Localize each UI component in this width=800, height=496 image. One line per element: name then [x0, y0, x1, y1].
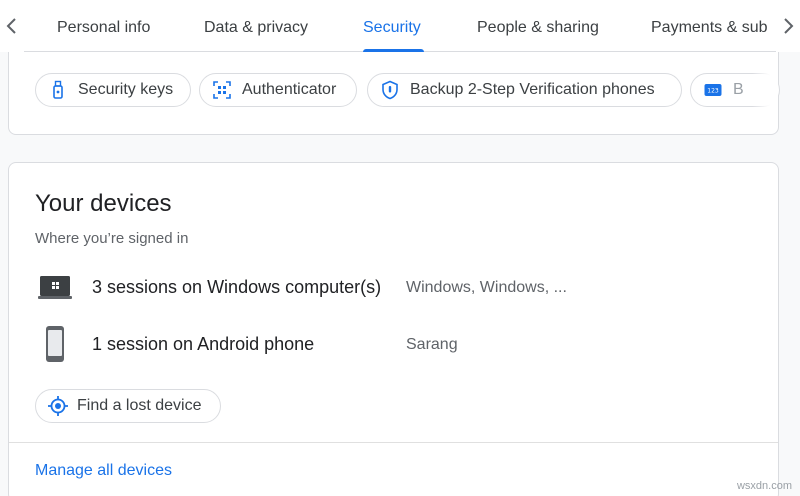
qr-scan-icon	[212, 80, 232, 100]
device-row-windows[interactable]: 3 sessions on Windows computer(s) Window…	[35, 265, 735, 309]
tab-personal-info[interactable]: Personal info	[57, 0, 150, 52]
chevron-left-icon	[6, 18, 16, 34]
chip-label: B	[733, 81, 744, 98]
locate-icon	[47, 395, 69, 417]
android-phone-icon	[35, 322, 75, 366]
chip-label: Backup 2-Step Verification phones	[410, 81, 655, 98]
devices-subtitle: Where you’re signed in	[35, 230, 189, 247]
device-detail: Sarang	[406, 336, 458, 353]
find-lost-device-button[interactable]: Find a lost device	[35, 389, 221, 423]
security-keys-chip[interactable]: Security keys	[35, 73, 191, 107]
device-name: 3 sessions on Windows computer(s)	[92, 277, 382, 297]
chip-label: Authenticator	[242, 81, 337, 98]
windows-laptop-icon	[35, 265, 75, 309]
find-lost-device-label: Find a lost device	[77, 397, 202, 414]
card-divider	[9, 442, 778, 443]
chip-row-fade	[752, 70, 778, 110]
device-row-android[interactable]: 1 session on Android phone Sarang	[35, 322, 735, 366]
security-key-icon	[48, 80, 68, 100]
tab-security[interactable]: Security	[363, 0, 424, 52]
scroll-tabs-right-button[interactable]	[776, 0, 800, 52]
chevron-right-icon	[784, 18, 794, 34]
device-detail: Windows, Windows, ...	[406, 279, 567, 296]
scroll-tabs-left-button[interactable]	[0, 0, 24, 52]
tabs: Personal info Data & privacy Security Pe…	[0, 0, 800, 52]
backup-phones-chip[interactable]: Backup 2-Step Verification phones	[367, 73, 682, 107]
devices-title: Your devices	[35, 190, 172, 217]
shield-icon	[380, 80, 400, 100]
authenticator-chip[interactable]: Authenticator	[199, 73, 357, 107]
tab-people-sharing[interactable]: People & sharing	[477, 0, 599, 52]
active-tab-indicator	[363, 49, 424, 52]
svg-text:123: 123	[707, 88, 719, 95]
manage-all-devices-link[interactable]: Manage all devices	[35, 462, 172, 480]
chip-label: Security keys	[78, 81, 174, 98]
device-name: 1 session on Android phone	[92, 334, 315, 354]
backup-codes-icon: 123	[703, 80, 723, 100]
tab-data-privacy[interactable]: Data & privacy	[204, 0, 308, 52]
top-tab-bar: Personal info Data & privacy Security Pe…	[0, 0, 800, 52]
watermark: wsxdn.com	[736, 480, 792, 492]
tab-payments-subscriptions[interactable]: Payments & sub	[651, 0, 768, 52]
